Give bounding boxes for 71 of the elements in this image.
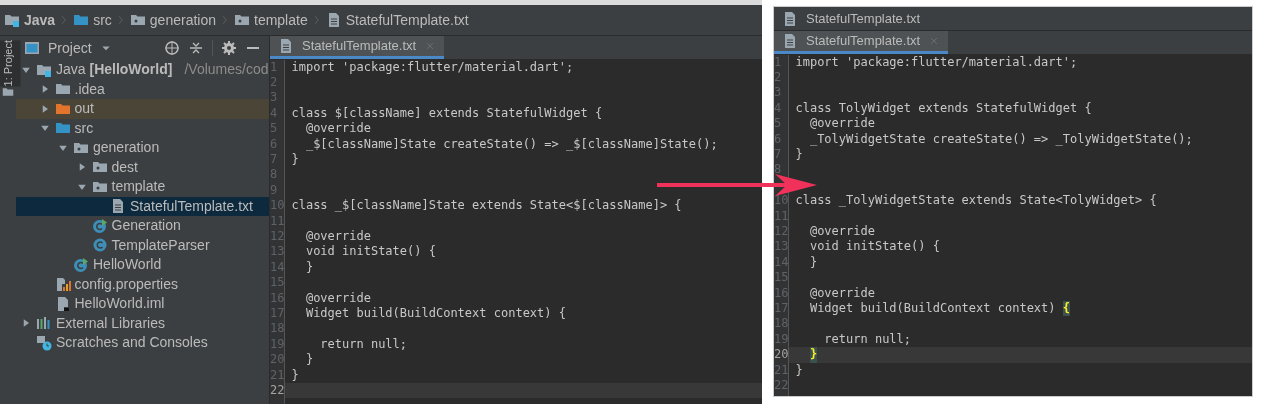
class-icon [91,237,108,254]
panel-title[interactable]: Project [48,37,92,59]
breadcrumb-item[interactable]: Java [24,9,56,31]
code-line: void initState() { [808,239,940,255]
tree-item[interactable]: generation [16,138,269,158]
tree-item[interactable]: Scratches and Consoles [16,333,269,353]
text-file-icon [278,37,294,54]
tree-item[interactable]: config.properties [16,274,269,294]
package-folder-icon [129,12,146,28]
scratch-clock-icon [36,334,52,351]
code-line: @override [304,228,371,245]
text-file-icon [110,198,126,215]
folder-icon [73,12,90,28]
editor-tab[interactable]: StatefulTemplate.txt [774,31,949,54]
tree-item[interactable]: template [16,177,269,197]
code-line: @override [304,290,371,306]
code-line: } [795,146,803,163]
code-line: @override [808,116,875,132]
collapse-icon[interactable] [188,40,204,56]
code-line: class _$[className]State extends State<$[className]> { [291,198,682,214]
tree-item[interactable]: HelloWorld [16,255,269,275]
tree-item[interactable]: TemplateParser [16,235,269,255]
code-line: } [808,254,818,271]
breadcrumb-item[interactable]: src [93,9,112,31]
tree-item[interactable]: External Libraries [16,313,269,333]
window-title: StatefulTemplate.txt [806,9,921,28]
code-line: void initState() { [304,244,436,260]
libraries-icon [36,315,52,332]
tree-item[interactable]: out [16,99,269,119]
tree-item[interactable]: dest [16,157,269,177]
tree-item[interactable]: Generation [16,216,269,236]
code-line: class _TolyWidgetState extends State<TolyWidget> { [795,193,1157,209]
code-line: class TolyWidget extends StatefulWidget { [795,100,1092,117]
class-icon [91,217,108,234]
tool-window-tab[interactable]: 1: Project [0,40,21,87]
code-line: Widget build(BuildContext context) [808,301,1056,317]
properties-file-icon [54,276,71,293]
code-line: import 'package:flutter/material.dart'; [795,54,1078,70]
code-line: @override [304,121,371,137]
text-file-icon [782,32,798,49]
matched-brace: } [809,347,818,363]
code-line: _$[className]State createState() => _$[className]State(); [304,136,718,152]
matched-brace: { [1062,301,1070,317]
code-line: @override [808,223,875,240]
code-line: } [291,151,299,168]
code-line: } [304,352,314,368]
code-line: } [291,367,299,384]
tree-item[interactable]: HelloWorld.iml [16,294,269,314]
code-line: _TolyWidgetState createState() => _TolyWidgetState(); [808,131,1193,147]
folder-icon [2,86,14,99]
module-folder-icon [4,12,20,28]
class-icon [73,256,89,273]
breadcrumb-item[interactable]: generation [149,9,216,31]
code-line: } [304,259,314,276]
tree-item[interactable]: src [16,118,269,138]
text-file-icon [782,10,798,27]
code-line: import 'package:flutter/material.dart'; [291,59,574,75]
code-line: } [795,362,803,379]
code-line: @override [808,285,875,301]
breadcrumb-item[interactable]: template [254,9,308,31]
code-line: Widget build(BuildContext context) { [304,306,566,322]
code-line: return null; [319,336,408,353]
code-line: return null; [823,331,912,348]
editor-tab[interactable]: StatefulTemplate.txt [270,36,445,59]
breadcrumb-item[interactable]: StatefulTemplate.txt [345,9,469,31]
project-view-icon [24,40,40,56]
package-folder-icon [234,12,250,28]
settings-icon[interactable] [221,40,237,56]
code-line: class $[className] extends StatefulWidget { [291,105,603,122]
tree-item[interactable]: StatefulTemplate.txt [16,196,269,216]
locate-icon[interactable] [164,40,180,56]
